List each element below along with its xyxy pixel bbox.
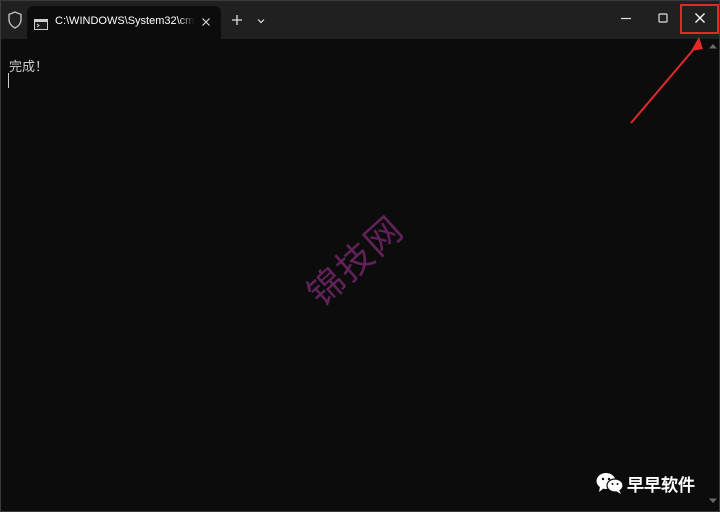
tab-close-button[interactable]	[199, 14, 213, 28]
tab-cmd[interactable]: C:\WINDOWS\System32\cmd.exe	[27, 6, 221, 39]
minimize-button[interactable]	[611, 5, 641, 31]
title-bar[interactable]: C:\WINDOWS\System32\cmd.exe	[1, 1, 719, 39]
tab-dropdown-button[interactable]	[254, 13, 268, 27]
terminal-icon	[34, 15, 48, 30]
scroll-up-icon[interactable]	[708, 42, 718, 50]
wechat-icon	[595, 471, 625, 495]
text-cursor	[8, 73, 9, 88]
maximize-icon	[658, 13, 668, 23]
shield-icon	[7, 11, 23, 29]
scroll-down-icon[interactable]	[708, 497, 718, 505]
chevron-down-icon	[257, 19, 265, 24]
plus-icon	[232, 15, 242, 25]
tab-title: C:\WINDOWS\System32\cmd.exe	[55, 15, 195, 27]
new-tab-button[interactable]	[229, 12, 245, 28]
maximize-button[interactable]	[648, 5, 678, 31]
minimize-icon	[621, 17, 631, 20]
annotation-highlight-box	[680, 4, 719, 34]
terminal-window: C:\WINDOWS\System32\cmd.exe	[0, 0, 720, 512]
vertical-scrollbar[interactable]	[707, 39, 719, 511]
brand-label: 早早软件	[627, 476, 695, 496]
close-icon	[202, 18, 210, 26]
output-line: 完成！	[9, 60, 49, 75]
